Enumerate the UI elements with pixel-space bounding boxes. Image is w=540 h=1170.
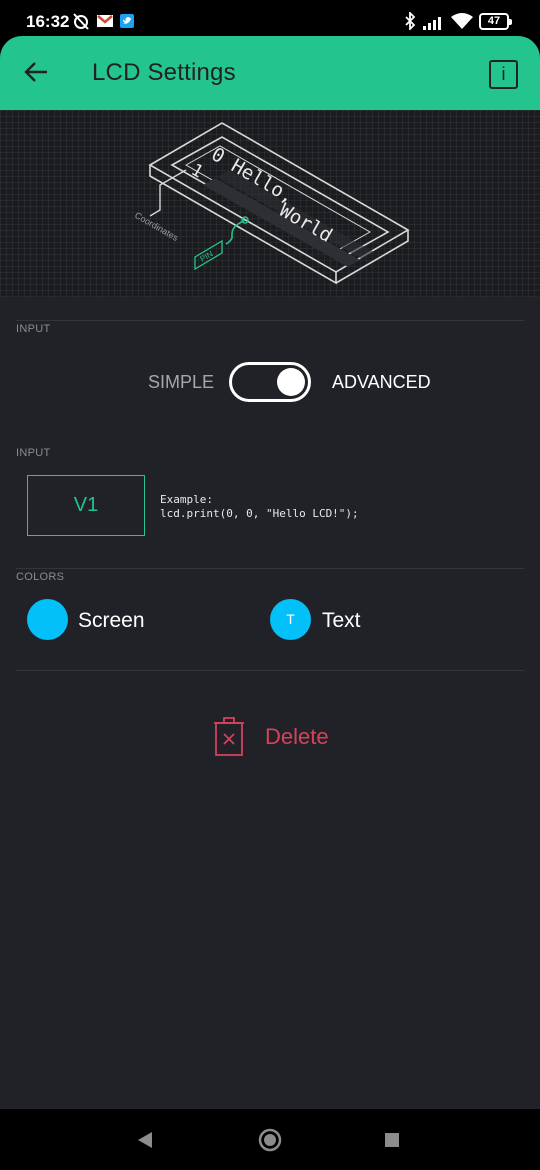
example-code: Example: lcd.print(0, 0, "Hello LCD!"); <box>160 493 359 521</box>
delete-button[interactable]: Delete <box>265 724 329 750</box>
mode-simple-label: SIMPLE <box>148 372 215 392</box>
mode-advanced-label: ADVANCED <box>332 372 431 392</box>
system-nav-bar <box>0 1109 540 1170</box>
page-title: LCD Settings <box>92 59 236 86</box>
home-circle-icon[interactable] <box>258 1128 282 1152</box>
example-line-2: lcd.print(0, 0, "Hello LCD!"); <box>160 507 359 520</box>
alarm-off-icon <box>73 13 89 30</box>
section-divider <box>16 568 524 569</box>
example-line-1: Example: <box>160 493 213 506</box>
back-triangle-icon[interactable] <box>137 1131 153 1149</box>
wifi-icon <box>451 13 473 29</box>
gmail-icon <box>97 15 113 27</box>
input-mode-toggle[interactable] <box>229 362 311 402</box>
recents-square-icon[interactable] <box>384 1132 400 1148</box>
lcd-device-graphic: 0 Hello, World 1 Coordinates PIN <box>133 122 410 285</box>
section-label-input: INPUT <box>16 447 51 459</box>
coordinates-label: Coordinates <box>133 210 180 243</box>
trash-icon[interactable] <box>213 716 245 756</box>
lcd-row-number: 1 <box>188 160 207 182</box>
app-screen: LCD Settings i 0 Hello, World 1 Coordina… <box>0 36 540 1109</box>
arrow-left-icon[interactable] <box>22 58 50 86</box>
screen-color-label: Screen <box>78 609 145 632</box>
app-header: LCD Settings i <box>0 36 540 110</box>
pin-selector-button[interactable]: V1 <box>27 475 145 536</box>
pin-label: PIN <box>199 249 215 264</box>
info-button[interactable]: i <box>489 60 518 89</box>
toggle-knob <box>277 368 305 396</box>
status-time: 16:32 <box>26 12 70 31</box>
section-label-input-mode: INPUT <box>16 323 51 335</box>
lcd-illustration: 0 Hello, World 1 Coordinates PIN <box>0 110 540 297</box>
section-divider <box>16 670 524 671</box>
text-color-label: Text <box>322 609 361 632</box>
signal-icon <box>423 17 441 30</box>
screen-color-swatch[interactable] <box>27 599 68 640</box>
battery-icon: 47 <box>479 13 512 30</box>
twitter-icon <box>120 14 134 28</box>
bluetooth-icon <box>405 12 416 30</box>
section-label-colors: COLORS <box>16 571 65 583</box>
text-color-swatch[interactable]: T <box>270 599 311 640</box>
section-divider <box>16 320 524 321</box>
